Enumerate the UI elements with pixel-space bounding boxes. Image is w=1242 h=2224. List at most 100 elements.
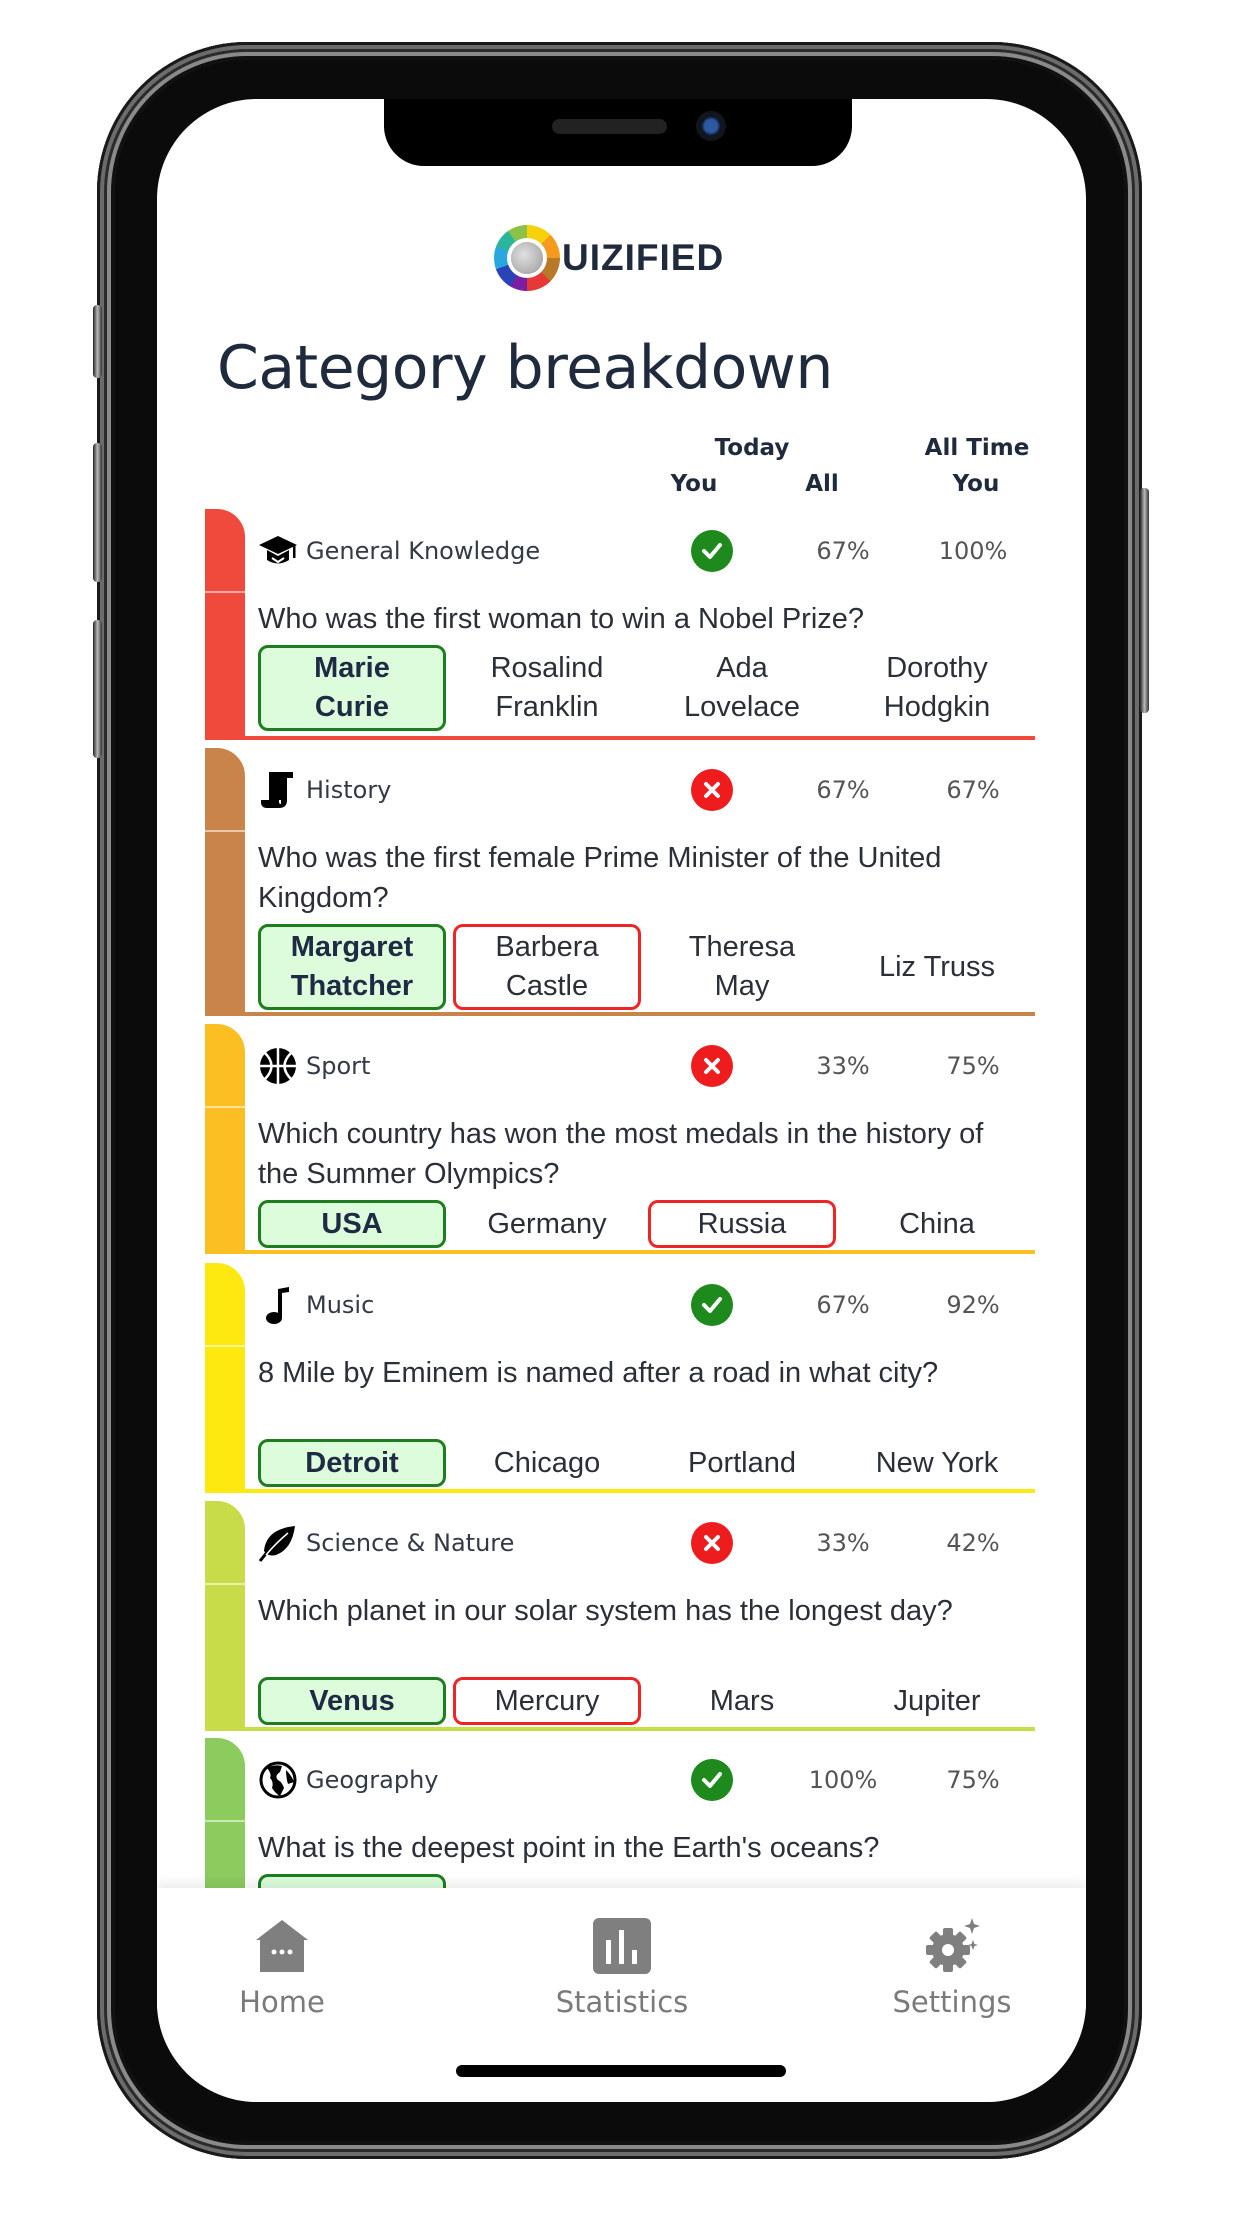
category-name: Geography xyxy=(306,1766,439,1794)
header-all-time: All Time xyxy=(924,435,1030,461)
nav-home[interactable]: Home xyxy=(182,1918,382,2019)
stripe-divider xyxy=(205,830,245,832)
answer-option: Portland xyxy=(687,1446,796,1479)
card-bottom-border xyxy=(205,1012,1035,1016)
answer-wrong: Mercury xyxy=(453,1677,641,1725)
card-bottom-border xyxy=(205,1727,1035,1731)
graduation-cap-icon xyxy=(258,531,298,571)
power-button xyxy=(1140,488,1149,713)
home-icon xyxy=(256,1920,308,1972)
app-logo: UIZIFIED xyxy=(494,225,724,291)
wrong-cross-icon xyxy=(691,1522,733,1564)
correct-check-icon xyxy=(691,530,733,572)
answer-options: Venus Mercury Mars Jupiter xyxy=(258,1677,1031,1725)
answer-option: Rosalind Franklin xyxy=(490,652,604,723)
question-text: Who was the first female Prime Minister … xyxy=(258,842,942,914)
basketball-icon xyxy=(258,1046,298,1086)
speaker xyxy=(552,119,667,134)
all-time-you-percent: 75% xyxy=(946,1052,1000,1080)
header-today-you: You xyxy=(670,471,718,497)
nav-statistics[interactable]: Statistics xyxy=(522,1918,722,2019)
answer-option: Theresa May xyxy=(688,931,796,1002)
answer-options: Marie Curie Rosalind Franklin Ada Lovelace… xyxy=(258,645,1031,731)
nav-settings[interactable]: Settings xyxy=(852,1918,1052,2019)
answer-wrong: Russia xyxy=(648,1200,836,1248)
category-card: History 67% 67% Who was the first female Pr… xyxy=(205,748,1035,1016)
category-card: Sport 33% 75% Which country has won the mos… xyxy=(205,1024,1035,1254)
today-all-percent: 67% xyxy=(816,776,870,804)
stripe-divider xyxy=(205,1820,245,1822)
volume-down-button xyxy=(93,620,102,758)
question-text: 8 Mile by Eminem is named after a road i… xyxy=(258,1357,939,1389)
scroll-icon xyxy=(258,770,298,810)
today-all-percent: 100% xyxy=(808,1766,878,1794)
home-indicator[interactable] xyxy=(456,2065,786,2077)
category-name: Music xyxy=(306,1291,375,1319)
correct-check-icon xyxy=(691,1759,733,1801)
category-card: General Knowledge 67% 100% Who was the firs… xyxy=(205,509,1035,740)
front-camera xyxy=(696,111,726,141)
header-all-time-you: You xyxy=(952,471,1000,497)
category-header: Science & Nature xyxy=(258,1521,514,1565)
stripe-divider xyxy=(205,1106,245,1108)
answer-correct: USA xyxy=(258,1200,446,1248)
answer-correct: Venus xyxy=(258,1677,446,1725)
nav-settings-label: Settings xyxy=(892,1985,1012,2019)
mute-switch xyxy=(93,305,102,378)
today-all-percent: 33% xyxy=(816,1052,870,1080)
category-header: Geography xyxy=(258,1758,439,1802)
answer-option: Ada Lovelace xyxy=(683,652,801,723)
answer-correct: Margaret Thatcher xyxy=(258,924,446,1010)
header-today-all: All xyxy=(805,471,839,497)
category-card: Science & Nature 33% 42% Which planet in ou… xyxy=(205,1501,1035,1731)
statistics-icon xyxy=(593,1918,651,1974)
settings-icon xyxy=(926,1918,980,1972)
globe-icon xyxy=(258,1760,298,1800)
question-text: Who was the first woman to win a Nobel P… xyxy=(258,603,865,635)
stripe-divider xyxy=(205,1583,245,1585)
leaf-icon xyxy=(258,1523,298,1563)
correct-check-icon xyxy=(691,1284,733,1326)
answer-option: New York xyxy=(875,1446,999,1479)
question-text: What is the deepest point in the Earth's… xyxy=(258,1832,880,1864)
today-all-percent: 67% xyxy=(816,537,870,565)
answer-option: Germany xyxy=(487,1207,607,1240)
answer-option: Dorothy Hodgkin xyxy=(883,652,991,723)
header-today: Today xyxy=(714,435,790,461)
answer-correct: Detroit xyxy=(258,1439,446,1487)
screen: UIZIFIED Category breakdown Today All Ti… xyxy=(157,99,1086,2102)
category-color-stripe xyxy=(205,509,245,740)
answer-options: Detroit Chicago Portland New York xyxy=(258,1439,1031,1487)
wrong-cross-icon xyxy=(691,1045,733,1087)
wrong-cross-icon xyxy=(691,769,733,811)
today-all-percent: 67% xyxy=(816,1291,870,1319)
page-title: Category breakdown xyxy=(217,333,833,403)
notch xyxy=(384,99,852,166)
category-header: History xyxy=(258,768,391,812)
answer-options: Margaret Thatcher Barbera Castle Theresa M… xyxy=(258,924,1031,1010)
answer-option: Jupiter xyxy=(893,1684,981,1717)
answer-wrong: Barbera Castle xyxy=(453,924,641,1010)
question-text: Which country has won the most medals in… xyxy=(258,1118,984,1190)
all-time-you-percent: 75% xyxy=(946,1766,1000,1794)
category-color-stripe xyxy=(205,1501,245,1731)
answer-option: China xyxy=(899,1207,975,1240)
category-header: Music xyxy=(258,1283,374,1327)
logo-text: UIZIFIED xyxy=(562,237,725,278)
stripe-divider xyxy=(205,591,245,593)
answer-option: Liz Truss xyxy=(878,950,996,983)
category-color-stripe xyxy=(205,1024,245,1254)
category-header: Sport xyxy=(258,1044,370,1088)
all-time-you-percent: 67% xyxy=(946,776,1000,804)
category-name: Science & Nature xyxy=(306,1529,515,1557)
category-name: History xyxy=(306,776,392,804)
category-header: General Knowledge xyxy=(258,529,540,573)
category-card: Music 67% 92% 8 Mile by Eminem is named aft… xyxy=(205,1263,1035,1493)
question-text: Which planet in our solar system has the… xyxy=(258,1595,953,1627)
today-all-percent: 33% xyxy=(816,1529,870,1557)
all-time-you-percent: 92% xyxy=(946,1291,1000,1319)
category-name: General Knowledge xyxy=(306,537,541,565)
volume-up-button xyxy=(93,443,102,582)
all-time-you-percent: 100% xyxy=(938,537,1008,565)
answer-options: USA Germany Russia China xyxy=(258,1200,1031,1248)
